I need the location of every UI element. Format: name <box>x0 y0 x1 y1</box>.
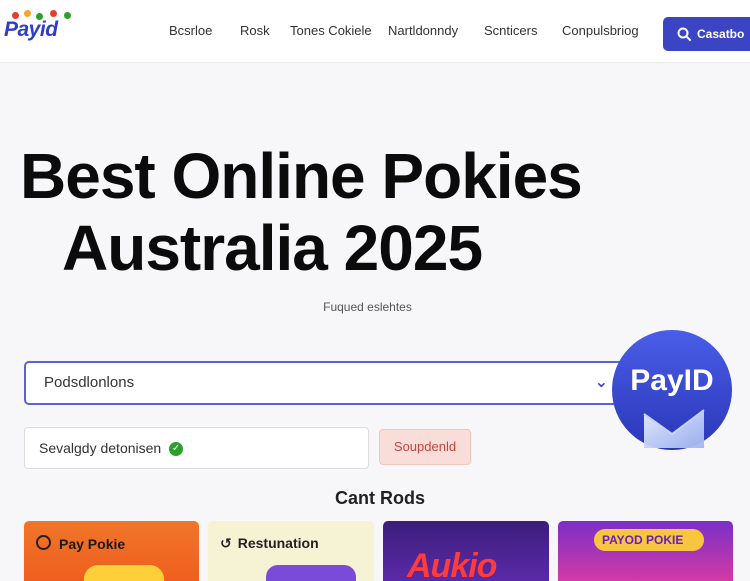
game-card-1-art <box>84 565 164 581</box>
nav-item-3[interactable]: Tones Cokiele <box>290 23 372 38</box>
secondary-input-value: Sevalgdy detonisen <box>39 440 162 456</box>
game-card-4[interactable]: PAYOD POKIE <box>558 521 733 581</box>
coin-icon <box>36 535 51 550</box>
main-search-input[interactable]: Podsdlonlons ⌄ <box>24 361 624 405</box>
game-card-3-label: Aukio <box>407 547 497 581</box>
chevron-down-icon[interactable]: ⌄ <box>595 363 608 403</box>
game-card-2[interactable]: ↺ Restunation <box>208 521 374 581</box>
top-navbar: Payid Bcsrloe Rosk Tones Cokiele Nartldo… <box>0 0 750 63</box>
hero-subtitle: Fuqued eslehtes <box>323 300 412 314</box>
search-icon <box>677 27 691 41</box>
hero-title: Best Online Pokies Australia 2025 <box>20 140 720 284</box>
nav-item-6[interactable]: Conpulsbriog <box>562 23 639 38</box>
payid-badge-text: PayID <box>630 364 713 397</box>
secondary-input[interactable]: Sevalgdy detonisen ✓ <box>24 427 369 469</box>
hero-title-line1: Best Online Pokies <box>20 140 583 212</box>
game-card-3[interactable]: Aukio <box>383 521 549 581</box>
check-icon: ✓ <box>169 442 184 457</box>
game-card-2-art <box>266 565 356 581</box>
section-title: Cant Rods <box>335 488 425 508</box>
search-button[interactable]: Casatbo <box>663 17 750 51</box>
refresh-icon: ↺ <box>220 535 232 551</box>
nav-item-1[interactable]: Bcsrloe <box>169 23 212 38</box>
game-card-4-label: PAYOD POKIE <box>602 533 684 547</box>
main-input-value: Podsdlonlons <box>44 374 135 391</box>
search-button-label: Casatbo <box>697 27 745 41</box>
game-card-1-label: Pay Pokie <box>36 535 125 552</box>
main-nav: Bcsrloe Rosk Tones Cokiele Nartldonndy S… <box>0 23 750 43</box>
game-card-1[interactable]: Pay Pokie <box>24 521 199 581</box>
hero-title-line2: Australia 2025 <box>62 212 483 284</box>
nav-item-4[interactable]: Nartldonndy <box>388 23 458 38</box>
game-card-2-label: ↺ Restunation <box>220 535 319 551</box>
nav-item-5[interactable]: Scnticers <box>484 23 537 38</box>
payid-badge: PayID <box>612 330 732 450</box>
nav-item-2[interactable]: Rosk <box>240 23 270 38</box>
submit-button[interactable]: Soupdenld <box>379 429 471 465</box>
